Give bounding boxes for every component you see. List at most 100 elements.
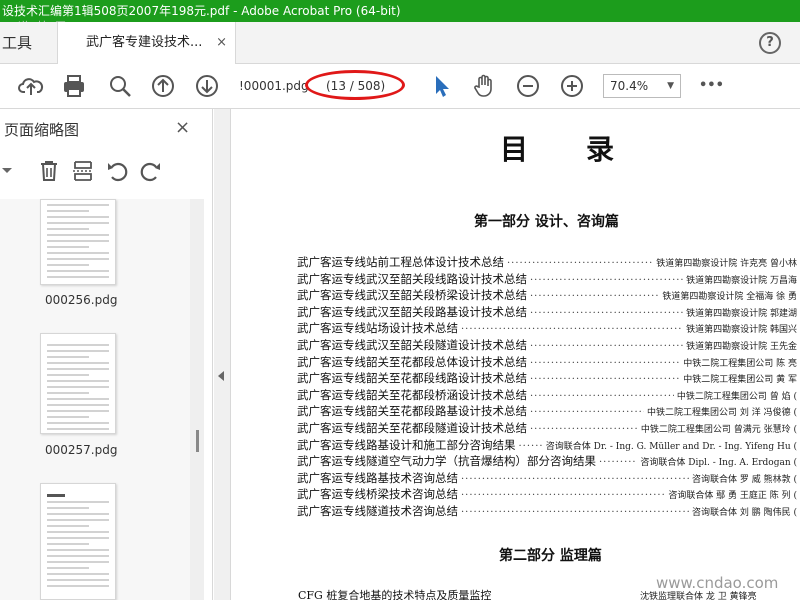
toc-entry-authors: 铁道第四勘察设计院 韩国兴 xyxy=(686,325,797,336)
toc-entry-title: 武广客运专线站场设计技术总结 xyxy=(297,321,458,336)
page-thumbnail[interactable] xyxy=(40,483,116,600)
toc-entry-authors: 铁道第四勘察设计院 万昌海 xyxy=(686,275,797,286)
toc-entry[interactable]: 武广客运专线站前工程总体设计技术总结 ······················… xyxy=(297,254,797,270)
chevron-down-icon[interactable]: ▼ xyxy=(667,75,674,97)
toc-entry[interactable]: 武广客运专线韶关至花都段桥涵设计技术总结 ····················… xyxy=(297,387,797,403)
options-chevron-icon[interactable] xyxy=(0,159,24,183)
zoom-in-icon[interactable] xyxy=(559,73,585,99)
part1-title: 第一部分 设计、咨询篇 xyxy=(474,214,619,230)
collapse-arrow-icon[interactable] xyxy=(218,371,224,381)
toc-entry[interactable]: 武广客运专线武汉至韶关段路基设计技术总结 ····················… xyxy=(297,304,797,320)
panel-splitter[interactable] xyxy=(214,109,231,600)
extract-pages-icon[interactable] xyxy=(71,159,95,183)
toc-leader-dots: ········································… xyxy=(461,324,683,336)
toc-entry[interactable]: 武广客运专线武汉至韶关段线路设计技术总结 ····················… xyxy=(297,271,797,287)
page-thumbnail[interactable] xyxy=(40,199,116,285)
tab-close-button[interactable]: × xyxy=(216,22,227,64)
toc-leader-dots: ········································… xyxy=(518,440,543,452)
toc-entry-title: 武广客运专线站前工程总体设计技术总结 xyxy=(297,255,504,269)
toc-entry[interactable]: 武广客运专线路基技术咨询总结 ··························… xyxy=(297,470,797,486)
toc-entry-title: 武广客运专线武汉至韶关段路基设计技术总结 xyxy=(297,304,527,319)
more-icon[interactable]: ••• xyxy=(699,73,725,99)
toc-entry-authors: 铁道第四勘察设计院 全福海 徐 勇 xyxy=(662,292,797,303)
help-button[interactable]: ? xyxy=(759,32,781,54)
toc-entry[interactable]: 武广客运专线韶关至花都段路基设计技术总结 ····················… xyxy=(297,403,797,419)
page-down-icon[interactable] xyxy=(194,73,220,99)
toc-leader-dots: ········································… xyxy=(530,307,684,319)
thumbnail-label: 000256.pdg xyxy=(45,293,118,307)
toc-leader-dots: ········································… xyxy=(530,407,645,419)
panel-close-button[interactable]: × xyxy=(175,117,190,138)
toc-entry[interactable]: 武广客运专线站场设计技术总结 ··························… xyxy=(297,320,797,336)
print-icon[interactable] xyxy=(61,73,87,99)
page-number-field[interactable]: !00001.pdg xyxy=(239,76,311,97)
toc-leader-dots: ········································… xyxy=(530,274,684,286)
toc-leader-dots: ········································… xyxy=(461,473,690,485)
toc-entry-authors: 中铁二院工程集团公司 曾 焰 ( xyxy=(676,391,797,402)
toc-entry-authors: 中铁二院工程集团公司 曾满元 张慧玲 ( xyxy=(640,425,797,435)
select-arrow-icon[interactable] xyxy=(428,73,454,99)
tab-document[interactable]: 武广客专建设技术... × xyxy=(58,22,236,65)
zoom-out-icon[interactable] xyxy=(515,73,541,99)
toc-entry-authors: 中铁二院工程集团公司 陈 亮 xyxy=(683,358,797,369)
toc-entry-authors: 铁道第四勘察设计院 许克亮 曾小林 xyxy=(656,259,797,269)
toc-entry-title: 武广客运专线路基技术咨询总结 xyxy=(297,470,458,485)
tab-bar: 工具 武广客专建设技术... × ? xyxy=(0,22,800,65)
toc-entry-authors: 咨询联合体 Dipl. - Ing. A. Erdogan ( xyxy=(640,458,797,469)
rotate-right-icon[interactable] xyxy=(139,159,163,183)
toc-entry-authors: 铁道第四勘察设计院 王先金 xyxy=(686,342,797,352)
toc-entry[interactable]: 武广客运专线隧道技术咨询总结 ··························… xyxy=(297,503,797,519)
rotate-left-icon[interactable] xyxy=(105,159,129,183)
toc-entry[interactable]: 武广客运专线韶关至花都段隧道设计技术总结 ····················… xyxy=(297,420,797,436)
toc-leader-dots: ········································… xyxy=(530,424,638,435)
toc-leader-dots: ········································… xyxy=(530,390,674,402)
watermark-bottom: www.cndao.com xyxy=(656,574,779,592)
toc-entry[interactable]: 武广客运专线武汉至韶关段桥梁设计技术总结 ····················… xyxy=(297,287,797,303)
toc-entry-authors: 中铁二院工程集团公司 黄 军 xyxy=(683,375,797,386)
trash-icon[interactable] xyxy=(37,159,61,183)
toc-leader-dots: ········································… xyxy=(461,507,690,518)
thumbnail-scrollbar[interactable] xyxy=(190,199,204,600)
toc-entry-title: 武广客运专线武汉至韶关段桥梁设计技术总结 xyxy=(297,288,527,303)
toc-entry-authors: 咨询联合体 罗 威 熊林敦 ( xyxy=(692,474,797,485)
page-up-icon[interactable] xyxy=(150,73,176,99)
toc-leader-dots: ········································… xyxy=(530,357,681,369)
toc-entry-title: 武广客运专线韶关至花都段总体设计技术总结 xyxy=(297,354,527,369)
panel-title: 页面缩略图 xyxy=(4,121,80,139)
toc-entry-title: 武广客运专线桥梁技术咨询总结 xyxy=(297,487,458,502)
toc-entry-authors: 咨询联合体 Dr. - Ing. G. Müller and Dr. - Ing… xyxy=(545,441,797,452)
toc-entry[interactable]: 武广客运专线韶关至花都段线路设计技术总结 ····················… xyxy=(297,370,797,386)
acrobat-window: 设技术汇编第1辑508页2007年198元.pdf - Adobe Acroba… xyxy=(0,0,800,600)
toc-entry[interactable]: 武广客运专线武汉至韶关段隧道设计技术总结 ····················… xyxy=(297,337,797,353)
thumbnail-label: 000257.pdg xyxy=(45,443,118,457)
upload-cloud-icon[interactable] xyxy=(18,73,44,99)
toc-leader-dots: ········································… xyxy=(507,258,654,269)
toc-entry-authors: 铁道第四勘察设计院 郭建湖 xyxy=(686,308,797,319)
zoom-level-field[interactable]: 70.4% ▼ xyxy=(603,74,681,98)
toc-entry[interactable]: 武广客运专线韶关至花都段总体设计技术总结 ····················… xyxy=(297,354,797,370)
toc-entry-authors: 咨询联合体 鄢 勇 王庭正 陈 列 ( xyxy=(668,491,797,502)
toc-entry-title: 武广客运专线武汉至韶关段线路设计技术总结 xyxy=(297,271,527,286)
toc-entry-title: CFG 桩复合地基的技术特点及质量监控 xyxy=(298,589,492,600)
toc-entry[interactable]: 武广客运专线隧道空气动力学（抗音爆结构）部分咨询结果··············… xyxy=(297,453,797,469)
toc-entry-title: 武广客运专线路基设计和施工部分咨询结果 xyxy=(297,437,516,452)
toc-leader-dots: ········································… xyxy=(530,291,660,303)
toc-entry-authors: 中铁二院工程集团公司 刘 洋 冯俊德 ( xyxy=(647,408,797,419)
toc-entry-title: 武广客运专线隧道技术咨询总结 xyxy=(297,504,458,518)
toc-heading: 目录 xyxy=(500,133,673,166)
toc-entry-title: 武广客运专线韶关至花都段桥涵设计技术总结 xyxy=(297,387,527,402)
panel-toolbar xyxy=(0,153,213,189)
hand-icon[interactable] xyxy=(471,73,497,99)
page-thumbnail[interactable] xyxy=(40,333,116,434)
zoom-level-value: 70.4% xyxy=(610,79,649,93)
part2-title: 第二部分 监理篇 xyxy=(499,548,602,564)
toc-entry-title: 武广客运专线韶关至花都段路基设计技术总结 xyxy=(297,404,527,419)
toc-leader-dots: ········································… xyxy=(530,341,684,352)
toc-entry[interactable]: 武广客运专线路基设计和施工部分咨询结果·····················… xyxy=(297,437,797,453)
zoom-search-icon[interactable] xyxy=(107,73,133,99)
tab-tools[interactable]: 工具 xyxy=(0,22,58,64)
toc-entry[interactable]: 武广客运专线桥梁技术咨询总结 ··························… xyxy=(297,486,797,502)
thumbnail-scrollbar-thumb[interactable] xyxy=(196,430,199,452)
toc-entry-title: 武广客运专线韶关至花都段线路设计技术总结 xyxy=(297,371,527,386)
toc-entry-title: 武广客运专线武汉至韶关段隧道设计技术总结 xyxy=(297,338,527,352)
